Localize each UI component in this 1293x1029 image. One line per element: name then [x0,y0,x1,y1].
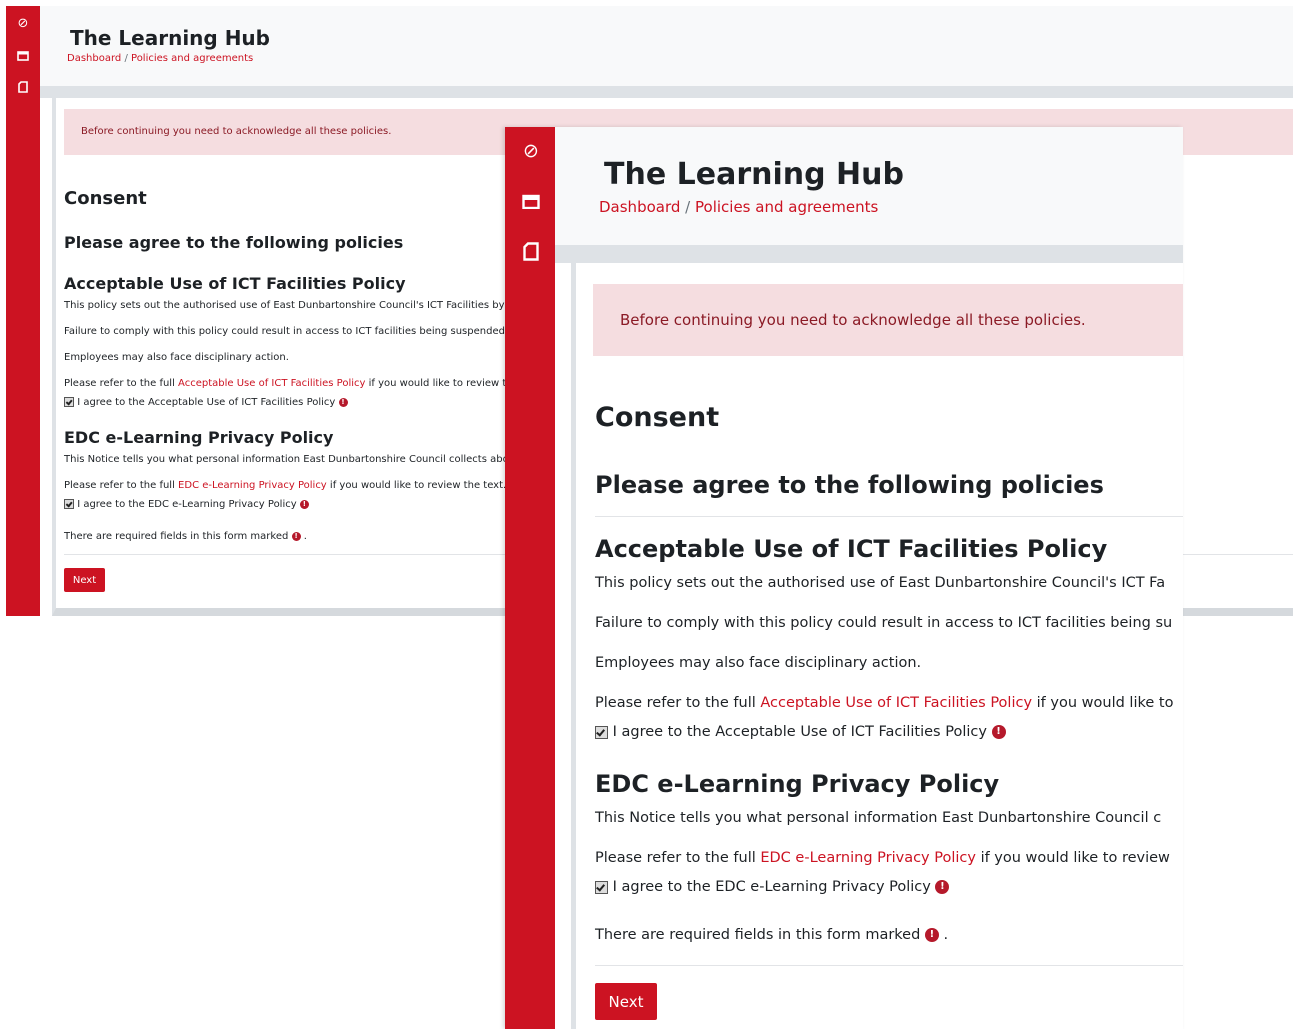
file-icon[interactable] [15,79,31,95]
consent-heading: Consent [595,402,720,433]
policy2-refer: Please refer to the full EDC e-Learning … [595,850,1170,866]
compass-icon[interactable]: ⊘ [520,140,542,162]
policy2-link[interactable]: EDC e-Learning Privacy Policy [760,850,976,866]
policy2-agree-label[interactable]: I agree to the EDC e-Learning Privacy Po… [613,879,931,895]
breadcrumb-dashboard[interactable]: Dashboard [67,53,121,64]
policy2-title: EDC e-Learning Privacy Policy [595,770,1000,798]
policy1-checkbox[interactable] [595,725,608,739]
policies-subheading: Please agree to the following policies [64,233,404,252]
sidebar: ⊘ [505,127,555,1029]
calendar-icon[interactable] [15,47,31,63]
policy1-agree-label[interactable]: I agree to the Acceptable Use of ICT Fac… [613,724,987,740]
policy2-refer: Please refer to the full EDC e-Learning … [64,480,507,491]
policy1-agree-label[interactable]: I agree to the Acceptable Use of ICT Fac… [77,397,335,408]
main-card [571,263,1183,1029]
sidebar: ⊘ [6,6,40,616]
policy1-text-2: Failure to comply with this policy could… [595,615,1173,631]
policy2-checkbox[interactable] [64,499,74,509]
required-icon: ! [299,499,309,509]
site-title: The Learning Hub [70,26,270,50]
required-note: There are required fields in this form m… [64,531,307,542]
breadcrumb: Dashboard / Policies and agreements [599,198,879,216]
breadcrumb-policies[interactable]: Policies and agreements [131,53,253,64]
required-icon: ! [291,531,301,541]
policy2-title: EDC e-Learning Privacy Policy [64,428,334,447]
policy2-link[interactable]: EDC e-Learning Privacy Policy [178,480,327,491]
file-icon[interactable] [520,240,542,262]
policies-subheading: Please agree to the following policies [595,471,1104,499]
required-icon: ! [991,725,1006,739]
policy1-text-1: This policy sets out the authorised use … [595,575,1166,591]
next-button[interactable]: Next [595,983,657,1020]
required-icon: ! [935,880,950,894]
policy1-text-3: Employees may also face disciplinary act… [595,655,922,671]
policy1-title: Acceptable Use of ICT Facilities Policy [64,274,406,293]
breadcrumb-dashboard[interactable]: Dashboard [599,198,680,216]
required-icon: ! [924,928,939,942]
policy1-text-3: Employees may also face disciplinary act… [64,352,289,363]
compass-icon[interactable]: ⊘ [15,15,31,31]
policy2-text-1: This Notice tells you what personal info… [595,810,1162,826]
policy2-checkbox[interactable] [595,880,608,894]
policy1-checkbox[interactable] [64,397,74,407]
policy1-title: Acceptable Use of ICT Facilities Policy [595,535,1108,563]
next-button[interactable]: Next [64,568,105,592]
policy1-text-2: Failure to comply with this policy could… [64,326,519,337]
zoomed-screenshot: ⊘ The Learning Hub Dashboard / Policies … [505,127,1183,1029]
policy1-link[interactable]: Acceptable Use of ICT Facilities Policy [760,695,1032,711]
required-note: There are required fields in this form m… [595,927,949,943]
policy1-link[interactable]: Acceptable Use of ICT Facilities Policy [178,378,365,389]
breadcrumb: Dashboard / Policies and agreements [67,53,254,64]
policy2-text-1: This Notice tells you what personal info… [64,454,516,465]
alert-banner: Before continuing you need to acknowledg… [593,284,1183,356]
required-icon: ! [338,397,348,407]
policy1-agree: I agree to the Acceptable Use of ICT Fac… [64,397,348,408]
policy1-text-1: This policy sets out the authorised use … [64,300,518,311]
breadcrumb-policies[interactable]: Policies and agreements [695,198,878,216]
policy2-agree: I agree to the EDC e-Learning Privacy Po… [595,879,950,895]
policy2-agree: I agree to the EDC e-Learning Privacy Po… [64,499,309,510]
site-title: The Learning Hub [604,157,904,192]
policy1-refer: Please refer to the full Acceptable Use … [595,695,1174,711]
policy1-refer: Please refer to the full Acceptable Use … [64,378,519,389]
policy1-agree: I agree to the Acceptable Use of ICT Fac… [595,724,1006,740]
consent-heading: Consent [64,188,147,209]
calendar-icon[interactable] [520,190,542,212]
policy2-agree-label[interactable]: I agree to the EDC e-Learning Privacy Po… [77,499,296,510]
